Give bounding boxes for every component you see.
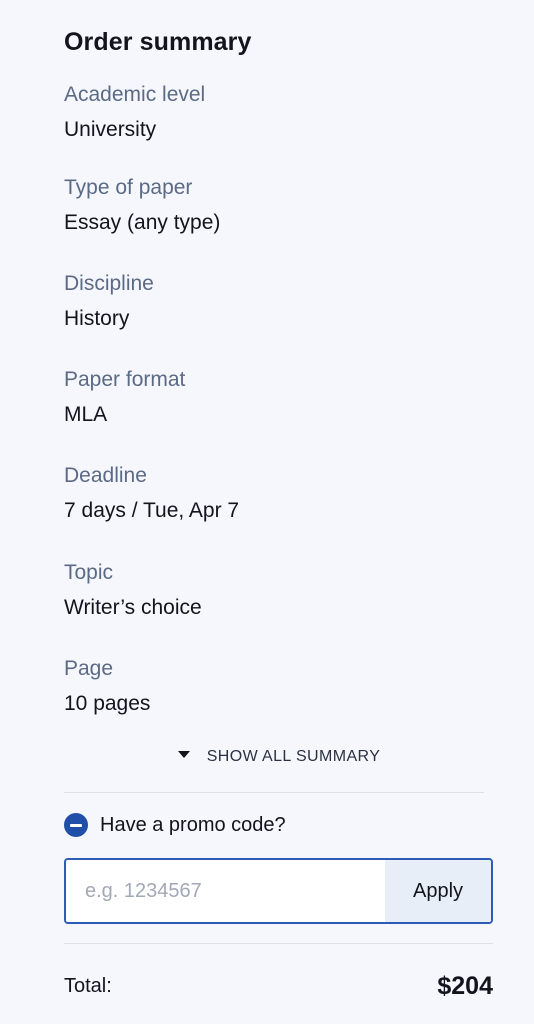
summary-item-discipline: Discipline History — [64, 271, 494, 332]
summary-item-label: Deadline — [64, 464, 147, 487]
summary-item-label: Paper format — [64, 368, 186, 391]
promo-code-toggle-label: Have a promo code? — [100, 813, 286, 836]
promo-code-input[interactable] — [66, 860, 385, 922]
summary-item-label: Academic level — [64, 83, 206, 106]
summary-item-value: Essay (any type) — [64, 211, 221, 234]
minus-circle-icon — [64, 813, 88, 837]
divider — [64, 943, 493, 944]
apply-button[interactable]: Apply — [385, 860, 491, 922]
show-all-summary-button[interactable]: SHOW ALL SUMMARY — [64, 748, 494, 766]
summary-item-deadline: Deadline 7 days / Tue, Apr 7 — [64, 463, 494, 524]
summary-item-label: Type of paper — [64, 176, 193, 199]
promo-code-toggle[interactable]: Have a promo code? — [64, 811, 286, 839]
summary-item-topic: Topic Writer’s choice — [64, 560, 494, 621]
total-label: Total: — [64, 975, 112, 997]
total-amount: $204 — [437, 972, 493, 1000]
caret-down-icon — [177, 751, 190, 759]
summary-item-label: Discipline — [64, 272, 154, 295]
summary-item-value: Writer’s choice — [64, 596, 202, 619]
summary-item-value: History — [64, 307, 130, 330]
summary-item-paper-format: Paper format MLA — [64, 367, 494, 428]
summary-item-page: Page 10 pages — [64, 656, 494, 717]
promo-code-box: Apply — [64, 858, 493, 924]
order-total: Total: $204 — [64, 972, 493, 1001]
summary-item-label: Page — [64, 657, 114, 680]
divider — [64, 792, 484, 793]
summary-item-value: 10 pages — [64, 692, 151, 715]
summary-item-label: Topic — [64, 561, 114, 584]
show-all-summary-label: SHOW ALL SUMMARY — [206, 748, 381, 765]
summary-item-value: MLA — [64, 403, 108, 426]
order-summary-panel: Order summary Academic level University … — [64, 0, 494, 1024]
summary-item-academic-level: Academic level University — [64, 82, 494, 143]
order-summary-title: Order summary — [64, 28, 252, 56]
summary-item-value: University — [64, 118, 157, 141]
summary-item-value: 7 days / Tue, Apr 7 — [64, 499, 240, 522]
summary-item-type-of-paper: Type of paper Essay (any type) — [64, 175, 494, 236]
